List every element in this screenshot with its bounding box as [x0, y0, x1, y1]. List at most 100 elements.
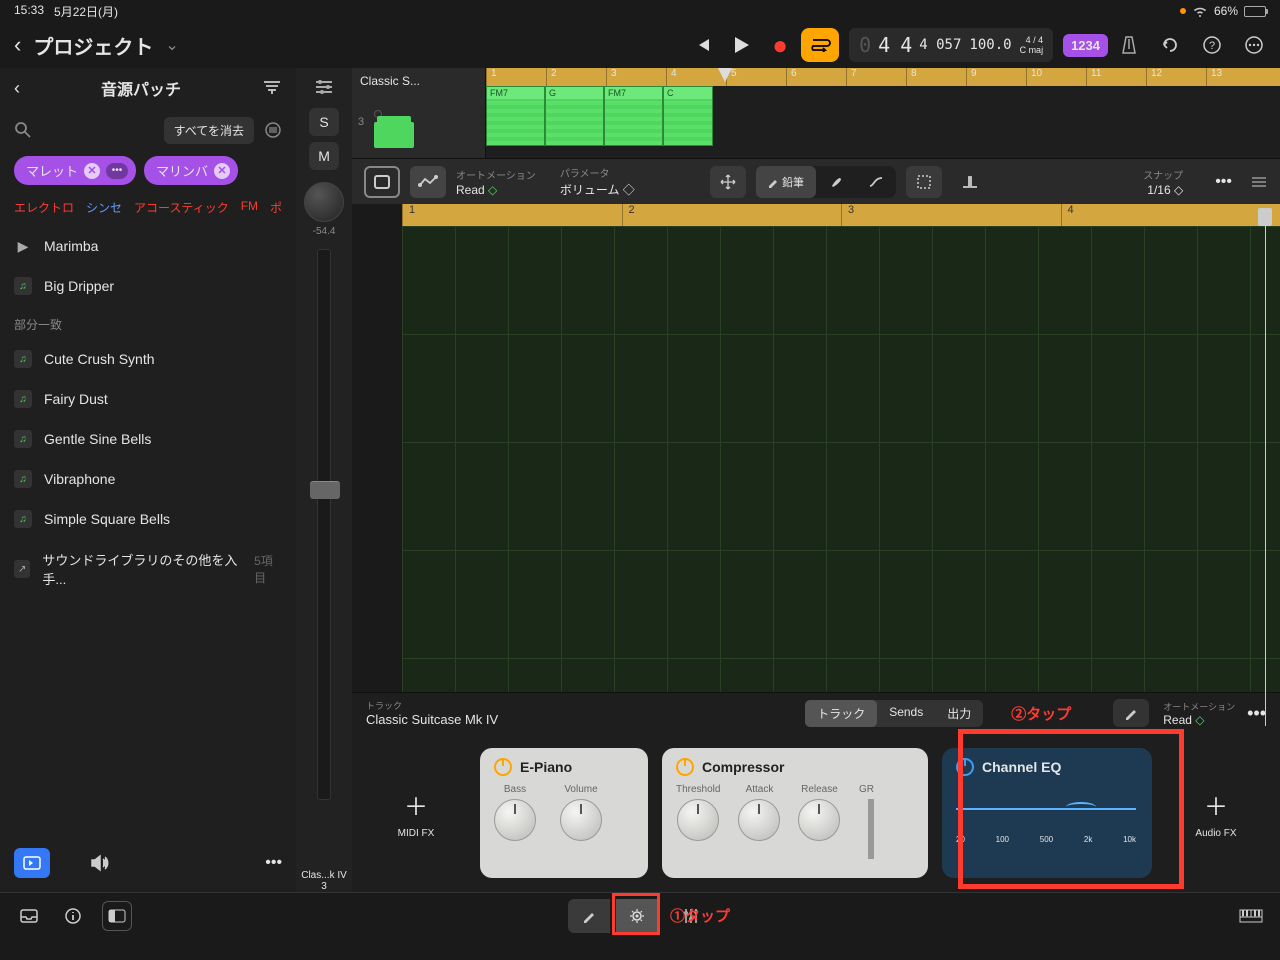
category-item[interactable]: エレクトロ [14, 199, 74, 216]
move-tool-button[interactable] [710, 166, 746, 198]
midi-region[interactable]: C [663, 86, 713, 146]
filter-tag[interactable]: マリンバ ✕ [144, 156, 238, 185]
sidebar-back-icon[interactable]: ‹ [14, 78, 20, 99]
automation-tool-button[interactable] [410, 166, 446, 198]
edit-view-button[interactable] [568, 899, 610, 933]
strip-settings-icon[interactable] [309, 72, 339, 102]
region-select-button[interactable] [364, 166, 400, 198]
plugin-compressor[interactable]: Compressor Threshold Attack Release GR [662, 748, 928, 878]
category-item[interactable]: FM [241, 199, 258, 216]
automation-grid[interactable] [402, 226, 1280, 692]
patch-item[interactable]: ♫ Fairy Dust [0, 379, 296, 419]
arrange-ruler[interactable]: 1 2 3 4 5 6 7 8 9 10 11 12 13 [486, 68, 1280, 86]
fader-thumb[interactable] [310, 481, 340, 499]
clear-all-button[interactable]: すべてを消去 [164, 117, 254, 144]
seg-track[interactable]: トラック [805, 700, 877, 727]
plugin-channel-eq[interactable]: Channel EQ 20 100 500 2k 10k [942, 748, 1152, 878]
patch-item[interactable]: ♫ Cute Crush Synth [0, 339, 296, 379]
help-button[interactable]: ? [1200, 33, 1224, 57]
volume-knob[interactable] [560, 799, 602, 841]
volume-fader[interactable] [317, 249, 331, 800]
trim-tool[interactable] [952, 166, 988, 198]
back-chevron-icon[interactable]: ‹ [14, 32, 21, 58]
library-button[interactable] [14, 848, 50, 878]
mixer-more-icon[interactable]: ••• [1247, 703, 1266, 724]
piano-roll-editor[interactable]: 1 2 3 4 [352, 204, 1280, 692]
editor-playhead-icon[interactable] [1258, 208, 1272, 226]
patch-item[interactable]: ♫ Simple Square Bells [0, 499, 296, 539]
editor-more-icon[interactable]: ••• [1215, 173, 1232, 191]
param-value[interactable]: ボリューム ◇ [560, 181, 635, 198]
editor-ruler[interactable]: 1 2 3 4 [402, 204, 1280, 226]
lcd-tempo: 100.0 [969, 37, 1011, 53]
brush-tool[interactable] [816, 166, 856, 198]
marquee-tool[interactable] [906, 166, 942, 198]
keyboard-button[interactable] [1236, 901, 1266, 931]
rewind-button[interactable] [687, 28, 721, 62]
sidebar-filter-icon[interactable] [262, 80, 282, 96]
seg-output[interactable]: 出力 [935, 700, 983, 727]
bass-knob[interactable] [494, 799, 536, 841]
sidebar-more-icon[interactable]: ••• [265, 854, 282, 872]
undo-button[interactable] [1158, 33, 1182, 57]
project-title[interactable]: プロジェクト [33, 31, 153, 60]
track-header[interactable]: Classic S... 3 [352, 68, 486, 158]
sidebar-options-icon[interactable] [264, 121, 282, 139]
category-item[interactable]: アコースティック [134, 199, 229, 216]
view-mode-badge[interactable]: 1234 [1063, 34, 1108, 57]
editor-menu-icon[interactable] [1250, 176, 1268, 188]
mute-button[interactable]: M [309, 142, 339, 170]
project-dropdown-icon[interactable]: ⌄ [165, 35, 178, 55]
attack-knob[interactable] [738, 799, 780, 841]
get-more-sounds[interactable]: ↗ サウンドライブラリのその他を入手... 5項目 [0, 539, 296, 599]
seg-sends[interactable]: Sends [877, 700, 935, 727]
filter-tag[interactable]: マレット ✕ ••• [14, 156, 136, 185]
metronome-button[interactable] [1112, 28, 1146, 62]
power-icon[interactable] [676, 758, 694, 776]
arrange-timeline[interactable]: 1 2 3 4 5 6 7 8 9 10 11 12 13 FM7 G [486, 68, 1280, 158]
lcd-display[interactable]: 0 4 4 4 057 100.0 4 / 4 C maj [849, 28, 1053, 62]
patch-item[interactable]: ♫ Vibraphone [0, 459, 296, 499]
panel-toggle-button[interactable] [102, 901, 132, 931]
snap-value[interactable]: 1/16 ◇ [1143, 183, 1183, 197]
volume-icon[interactable] [90, 854, 112, 872]
more-button[interactable] [1242, 33, 1266, 57]
category-row[interactable]: エレクトロ シンセ アコースティック FM ポ [0, 189, 296, 226]
threshold-knob[interactable] [677, 799, 719, 841]
patch-item[interactable]: ▶ Marimba [0, 226, 296, 266]
eq-graph[interactable]: 20 100 500 2k 10k [956, 784, 1136, 844]
plugin-epiano[interactable]: E-Piano Bass Volume [480, 748, 648, 878]
midi-region[interactable]: FM7 [486, 86, 545, 146]
tag-remove-icon[interactable]: ✕ [84, 163, 100, 179]
tag-remove-icon[interactable]: ✕ [214, 163, 230, 179]
search-icon[interactable] [14, 121, 32, 139]
pencil-tool[interactable]: 鉛筆 [756, 166, 816, 198]
curve-tool[interactable] [856, 166, 896, 198]
mixer-edit-button[interactable] [1113, 699, 1149, 727]
power-icon[interactable] [494, 758, 512, 776]
midi-region[interactable]: G [545, 86, 604, 146]
midi-region[interactable]: FM7 [604, 86, 663, 146]
info-button[interactable] [58, 901, 88, 931]
tag-more-icon[interactable]: ••• [106, 163, 128, 179]
cycle-button[interactable] [801, 28, 839, 62]
mixer-auto-value[interactable]: Read ◇ [1163, 713, 1235, 727]
patch-item[interactable]: ♫ Gentle Sine Bells [0, 419, 296, 459]
release-knob[interactable] [798, 799, 840, 841]
category-item[interactable]: シンセ [86, 199, 122, 216]
patch-item[interactable]: ♫ Big Dripper [0, 266, 296, 306]
automation-mode-value[interactable]: Read ◇ [456, 183, 536, 197]
category-item[interactable]: ポ [270, 199, 282, 216]
battery-icon [1244, 6, 1266, 17]
add-midi-fx[interactable]: ＋ MIDI FX [366, 787, 466, 839]
play-button[interactable] [725, 28, 759, 62]
strip-track-num: 3 [301, 881, 347, 892]
power-icon[interactable] [956, 758, 974, 776]
inbox-button[interactable] [14, 901, 44, 931]
smart-controls-button[interactable] [616, 899, 658, 933]
param-label: パラメータ [560, 165, 635, 180]
pan-knob[interactable] [304, 182, 344, 222]
add-audio-fx[interactable]: ＋ Audio FX [1166, 787, 1266, 839]
solo-button[interactable]: S [309, 108, 339, 136]
record-button[interactable]: ● [763, 28, 797, 62]
